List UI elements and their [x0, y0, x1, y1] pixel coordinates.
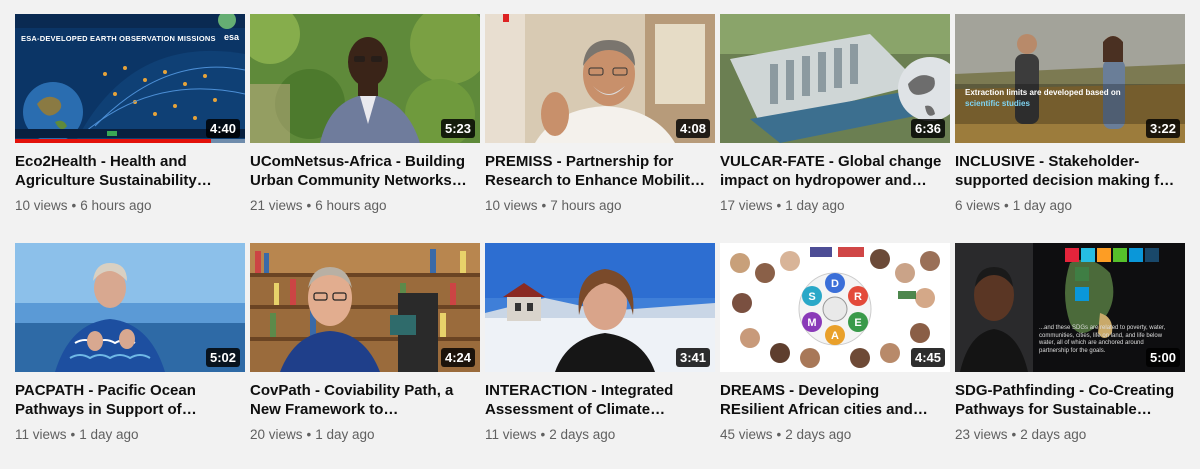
- upload-age: 1 day ago: [1012, 198, 1073, 213]
- upload-age: 6 hours ago: [315, 198, 387, 213]
- video-meta: 20 views • 1 day ago: [250, 426, 480, 444]
- video-title[interactable]: VULCAR-FATE - Global change impact on hy…: [720, 152, 950, 190]
- overlay-line: Extraction limits are developed based on: [965, 88, 1121, 97]
- video-title[interactable]: UComNetsus-Africa - Building Urban Commu…: [250, 152, 480, 190]
- video-card[interactable]: 5:02 PACPATH - Pacific Ocean Pathways in…: [15, 243, 245, 455]
- video-meta: 17 views • 1 day ago: [720, 197, 950, 215]
- video-thumbnail[interactable]: 5:02: [15, 243, 245, 372]
- duration-badge: 5:02: [205, 348, 240, 367]
- video-card[interactable]: ESA-DEVELOPED EARTH OBSERVATION MISSIONS…: [15, 14, 245, 226]
- duration-badge: 4:45: [910, 348, 945, 367]
- video-meta: 11 views • 2 days ago: [485, 426, 715, 444]
- video-meta: 21 views • 6 hours ago: [250, 197, 480, 215]
- meta-separator: •: [70, 427, 76, 442]
- view-count: 23 views: [955, 427, 1008, 442]
- duration-badge: 4:08: [675, 119, 710, 138]
- upload-age: 1 day ago: [315, 427, 375, 442]
- meta-separator: •: [306, 427, 312, 442]
- video-card[interactable]: 5:23 UComNetsus-Africa - Building Urban …: [250, 14, 480, 226]
- meta-separator: •: [1004, 198, 1009, 213]
- video-meta: 10 views • 7 hours ago: [485, 197, 715, 215]
- video-card[interactable]: ...and these SDGs are related to poverty…: [955, 243, 1185, 455]
- video-card[interactable]: 4:08 PREMISS - Partnership for Research …: [485, 14, 715, 226]
- video-thumbnail[interactable]: 3:41: [485, 243, 715, 372]
- video-thumbnail[interactable]: 6:36: [720, 14, 950, 143]
- meta-separator: •: [71, 198, 77, 213]
- esa-logo: esa: [223, 32, 239, 42]
- meta-separator: •: [1011, 427, 1017, 442]
- duration-badge: 4:24: [440, 348, 475, 367]
- meta-separator: •: [306, 198, 312, 213]
- dreams-letter-a: A: [831, 330, 839, 342]
- video-card[interactable]: Extraction limits are developed based on…: [955, 14, 1185, 226]
- duration-badge: 3:22: [1145, 119, 1180, 138]
- meta-separator: •: [540, 427, 546, 442]
- view-count: 10 views: [15, 198, 68, 213]
- video-meta: 45 views • 2 days ago: [720, 426, 950, 444]
- video-card[interactable]: 6:36 VULCAR-FATE - Global change impact …: [720, 14, 950, 226]
- meta-separator: •: [776, 198, 782, 213]
- upload-age: 2 days ago: [1020, 427, 1087, 442]
- thumbnail-overlay-text: ESA-DEVELOPED EARTH OBSERVATION MISSIONS: [21, 34, 216, 43]
- upload-age: 2 days ago: [785, 427, 852, 442]
- video-title[interactable]: Eco2Health - Health and Agriculture Sust…: [15, 152, 245, 190]
- video-thumbnail[interactable]: Extraction limits are developed based on…: [955, 14, 1185, 143]
- meta-separator: •: [541, 198, 547, 213]
- upload-age: 2 days ago: [549, 427, 616, 442]
- video-meta: 10 views • 6 hours ago: [15, 197, 245, 215]
- view-count: 6 views: [955, 198, 1001, 213]
- upload-age: 6 hours ago: [80, 198, 152, 213]
- overlay-highlight: scientific studies: [965, 99, 1030, 108]
- dreams-letter-d: D: [831, 278, 839, 290]
- view-count: 20 views: [250, 427, 303, 442]
- meta-separator: •: [776, 427, 782, 442]
- video-thumbnail[interactable]: D R E A M S 4:45: [720, 243, 950, 372]
- view-count: 17 views: [720, 198, 773, 213]
- view-count: 10 views: [485, 198, 538, 213]
- view-count: 11 views: [15, 427, 67, 442]
- video-title[interactable]: CovPath - Coviability Path, a New Framew…: [250, 381, 480, 419]
- video-thumbnail[interactable]: ESA-DEVELOPED EARTH OBSERVATION MISSIONS…: [15, 14, 245, 143]
- duration-badge: 6:36: [910, 119, 945, 138]
- upload-age: 1 day ago: [785, 198, 845, 213]
- view-count: 21 views: [250, 198, 303, 213]
- dreams-letter-e: E: [854, 317, 861, 329]
- video-meta: 6 views • 1 day ago: [955, 197, 1185, 215]
- video-card[interactable]: 3:41 INTERACTION - Integrated Assessment…: [485, 243, 715, 455]
- video-title[interactable]: PACPATH - Pacific Ocean Pathways in Supp…: [15, 381, 245, 419]
- video-title[interactable]: DREAMS - Developing REsilient African ci…: [720, 381, 950, 419]
- dreams-letter-r: R: [854, 291, 862, 303]
- upload-age: 1 day ago: [79, 427, 139, 442]
- video-title[interactable]: INCLUSIVE - Stakeholder-supported decisi…: [955, 152, 1185, 190]
- video-grid: ESA-DEVELOPED EARTH OBSERVATION MISSIONS…: [15, 14, 1185, 455]
- video-thumbnail[interactable]: 4:24: [250, 243, 480, 372]
- upload-age: 7 hours ago: [550, 198, 622, 213]
- duration-badge: 3:41: [675, 348, 710, 367]
- watch-progress-bar: [15, 139, 211, 143]
- duration-badge: 4:40: [205, 119, 240, 138]
- duration-badge: 5:00: [1145, 348, 1180, 367]
- view-count: 11 views: [485, 427, 537, 442]
- video-title[interactable]: SDG-Pathfinding - Co-Creating Pathways f…: [955, 381, 1185, 419]
- video-title[interactable]: INTERACTION - Integrated Assessment of C…: [485, 381, 715, 419]
- duration-badge: 5:23: [440, 119, 475, 138]
- video-card[interactable]: 4:24 CovPath - Coviability Path, a New F…: [250, 243, 480, 455]
- dreams-letter-s: S: [808, 291, 815, 303]
- view-count: 45 views: [720, 427, 773, 442]
- video-title[interactable]: PREMISS - Partnership for Research to En…: [485, 152, 715, 190]
- video-card[interactable]: D R E A M S 4:45 DREAMS - Developing REs…: [720, 243, 950, 455]
- video-meta: 11 views • 1 day ago: [15, 426, 245, 444]
- thumbnail-overlay-text: Extraction limits are developed based on…: [965, 87, 1121, 109]
- video-thumbnail[interactable]: 4:08: [485, 14, 715, 143]
- video-thumbnail[interactable]: ...and these SDGs are related to poverty…: [955, 243, 1185, 372]
- dreams-letter-m: M: [807, 317, 816, 329]
- video-thumbnail[interactable]: 5:23: [250, 14, 480, 143]
- video-meta: 23 views • 2 days ago: [955, 426, 1185, 444]
